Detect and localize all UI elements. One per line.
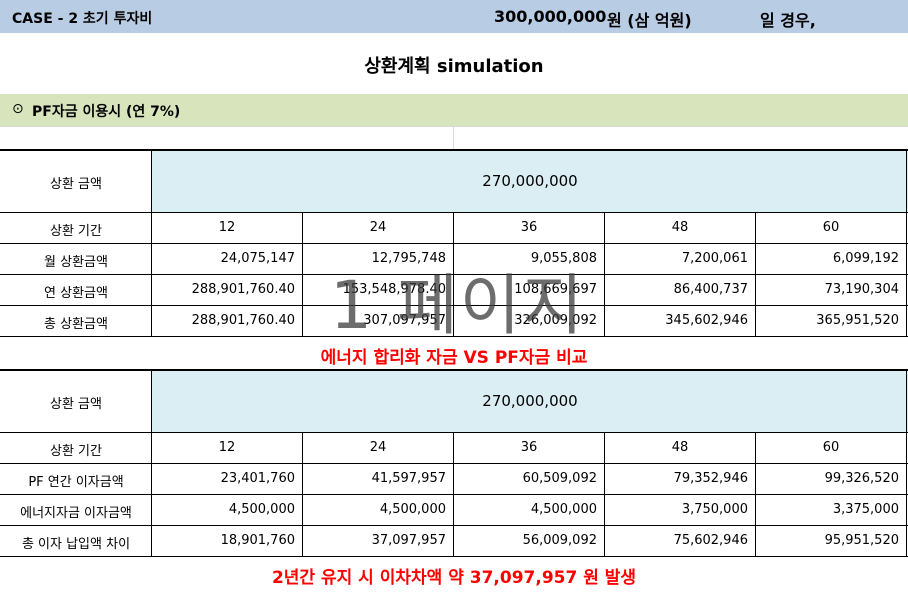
table2-cell: 4,500,000 (228, 502, 295, 517)
investment-unit: 원 (삼 억원) (607, 11, 692, 30)
table2-cell: 56,009,092 (522, 533, 597, 548)
table2-period-label: 상환 기간 (50, 444, 102, 459)
table2-cell: 3,375,000 (832, 502, 899, 517)
table1-cell: 24,075,147 (220, 251, 295, 266)
table2-cell: 79,352,946 (673, 471, 748, 486)
table1-row-label: 총 상환금액 (44, 317, 108, 332)
section-marker-icon: ⊙ (12, 101, 24, 117)
table2-cell: 37,097,957 (371, 533, 446, 548)
table1-amount-value: 270,000,000 (482, 172, 578, 190)
table2-cell: 3,750,000 (681, 502, 748, 517)
table1-cell: 365,951,520 (816, 313, 899, 328)
table2-cell: 41,597,957 (371, 471, 446, 486)
table1-period: 48 (671, 220, 689, 235)
table2-cell: 4,500,000 (379, 502, 446, 517)
table2-row-label: PF 연간 이자금액 (28, 475, 124, 490)
table2-amount-value: 270,000,000 (482, 392, 578, 410)
page-title: 상환계획 simulation (364, 56, 544, 77)
table2-cell: 23,401,760 (220, 471, 295, 486)
table2-cell: 4,500,000 (530, 502, 597, 517)
table1-period: 12 (218, 220, 236, 235)
table1-cell: 73,190,304 (824, 282, 899, 297)
table2-cell: 18,901,760 (220, 533, 295, 548)
table2-period: 36 (520, 440, 538, 455)
table2-cell: 75,602,946 (673, 533, 748, 548)
table2-amount-label: 상환 금액 (50, 397, 102, 412)
table2-period: 60 (822, 440, 840, 455)
table2-period: 12 (218, 440, 236, 455)
table2-row-label: 총 이자 납입액 차이 (21, 537, 131, 552)
page-watermark: 1 페이지 (330, 267, 586, 344)
table1-cell: 288,901,760.40 (191, 313, 295, 328)
table1-amount-label: 상환 금액 (50, 177, 102, 192)
table1-row-label: 월 상환금액 (44, 255, 108, 270)
table2-period: 48 (671, 440, 689, 455)
table2-row-label: 에너지자금 이자금액 (20, 506, 132, 521)
table1-cell: 6,099,192 (832, 251, 899, 266)
table1-period: 24 (369, 220, 387, 235)
table2-cell: 95,951,520 (824, 533, 899, 548)
table2-cell: 99,326,520 (824, 471, 899, 486)
table1-period-label: 상환 기간 (50, 224, 102, 239)
table2-period: 24 (369, 440, 387, 455)
footer-note: 2년간 유지 시 이차차액 약 37,097,957 원 발생 (271, 568, 637, 588)
table1-cell: 288,901,760.40 (191, 282, 295, 297)
table1-period: 60 (822, 220, 840, 235)
header-suffix: 일 경우, (760, 11, 816, 30)
table1-cell: 7,200,061 (681, 251, 748, 266)
table1-row-label: 연 상환금액 (44, 286, 108, 301)
table1-cell: 345,602,946 (665, 313, 748, 328)
table1-cell: 86,400,737 (673, 282, 748, 297)
table1-period: 36 (520, 220, 538, 235)
section-label: PF자금 이용시 (연 7%) (32, 104, 181, 120)
table2-cell: 60,509,092 (522, 471, 597, 486)
investment-amount: 300,000,000 (494, 7, 607, 26)
case-label: CASE - 2 초기 투자비 (12, 11, 153, 27)
